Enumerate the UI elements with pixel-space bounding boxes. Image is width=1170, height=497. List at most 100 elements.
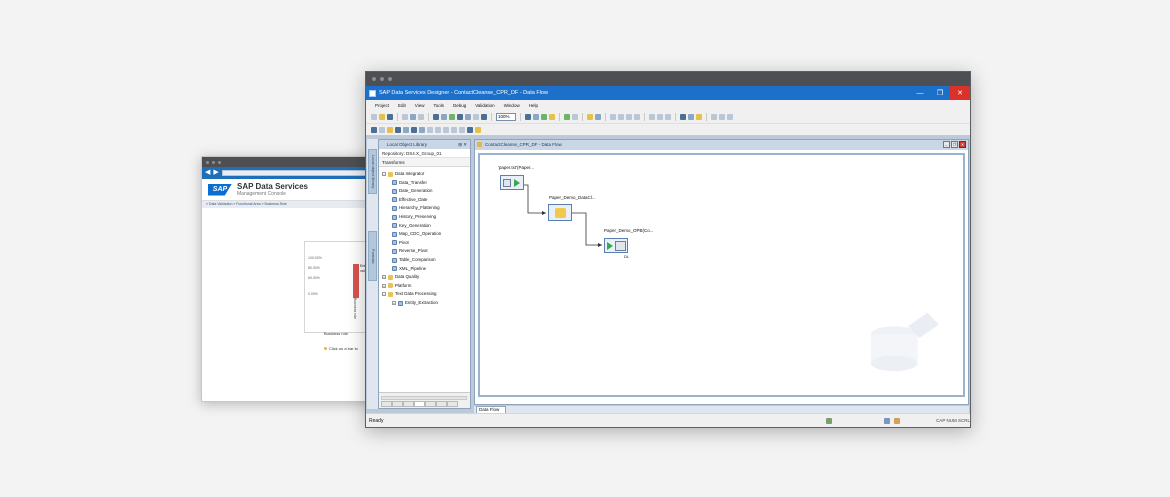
minimize-button[interactable]: — (910, 86, 930, 100)
tree-expander-icon[interactable]: − (382, 292, 386, 297)
paste-icon[interactable] (418, 113, 424, 120)
align-icon[interactable] (649, 113, 655, 120)
library-tab[interactable] (381, 401, 392, 407)
tree-item[interactable]: Data_Transfer (392, 179, 427, 187)
library-tab[interactable] (403, 401, 414, 407)
editor-restore-button[interactable]: ❐ (951, 141, 958, 148)
annotation-icon[interactable] (475, 126, 481, 133)
editor-minimize-button[interactable]: – (943, 141, 950, 148)
dataflow-icon[interactable] (387, 126, 393, 133)
template-table-icon[interactable] (403, 126, 409, 133)
validate-icon[interactable] (449, 113, 455, 120)
forward-arrow-icon[interactable]: ▶ (213, 169, 218, 177)
tree-item[interactable]: History_Preserving (392, 213, 436, 221)
delete-icon[interactable] (433, 113, 439, 120)
tree-item[interactable]: Table_Comparison (392, 256, 436, 264)
save-icon[interactable] (387, 113, 393, 120)
case-icon[interactable] (435, 126, 441, 133)
open-icon[interactable] (379, 113, 385, 120)
cut-icon[interactable] (402, 113, 408, 120)
data-cleanse-transform[interactable] (548, 204, 572, 221)
tree-item[interactable]: + Platform (382, 282, 411, 290)
tree-expander-icon[interactable]: + (392, 301, 396, 305)
undo-icon[interactable] (441, 113, 447, 120)
maximize-button[interactable]: ❐ (930, 86, 950, 100)
source-file-object[interactable] (500, 175, 524, 190)
menu-window[interactable]: Window (504, 103, 520, 108)
step-icon[interactable] (610, 113, 616, 120)
tree-item[interactable]: − Text Data Processing (382, 290, 437, 298)
execute-icon[interactable] (525, 113, 531, 120)
back-arrow-icon[interactable]: ◀ (205, 169, 210, 177)
copy-icon[interactable] (410, 113, 416, 120)
new-icon[interactable] (371, 113, 377, 120)
breakpoint-icon[interactable] (587, 113, 593, 120)
vtab-formats[interactable]: Formats (368, 231, 377, 281)
output-icon[interactable] (481, 113, 487, 120)
info-icon[interactable] (595, 113, 601, 120)
dataflow-canvas[interactable]: 'paper.txt'(Paper... Paper_Demo_DataCl..… (478, 153, 965, 397)
vtab-local-object-library[interactable]: Local object library (368, 149, 377, 194)
central-repo-icon[interactable] (688, 113, 694, 120)
xml-icon[interactable] (411, 126, 417, 133)
forward-icon[interactable] (572, 113, 578, 120)
zoom-icon[interactable] (379, 126, 385, 133)
merge-icon[interactable] (443, 126, 449, 133)
debug-icon[interactable] (533, 113, 539, 120)
objects-icon[interactable] (457, 113, 463, 120)
library-tab[interactable] (425, 401, 436, 407)
window-close-icon[interactable] (727, 113, 733, 120)
chart-bar[interactable] (353, 264, 359, 298)
library-tab[interactable] (447, 401, 458, 407)
library-tab[interactable] (414, 401, 425, 407)
script-icon[interactable] (467, 126, 473, 133)
tree-expander-icon[interactable]: + (382, 283, 386, 288)
tree-item[interactable]: Hierarchy_Flattening (392, 204, 440, 212)
tree-item[interactable]: + Entity_Extraction (392, 299, 438, 307)
tree-expander-icon[interactable]: + (382, 275, 386, 280)
group-icon[interactable] (665, 113, 671, 120)
tree-item[interactable]: Map_CDC_Operation (392, 230, 441, 238)
while-loop-icon[interactable] (459, 126, 465, 133)
variables-icon[interactable] (465, 113, 471, 120)
validation-icon[interactable] (451, 126, 457, 133)
nested-schema-icon[interactable] (427, 126, 433, 133)
step-over-icon[interactable] (618, 113, 624, 120)
step-out-icon[interactable] (634, 113, 640, 120)
distribute-icon[interactable] (657, 113, 663, 120)
lock-icon[interactable] (549, 113, 555, 120)
query-icon[interactable] (395, 126, 401, 133)
tree-item[interactable]: − Data Integrator (382, 170, 424, 178)
repository-icon[interactable] (680, 113, 686, 120)
window-tile-icon[interactable] (711, 113, 717, 120)
tree-item[interactable]: XML_Pipeline (392, 265, 426, 273)
browser-address-bar[interactable]: ◀ ▶ (202, 167, 378, 179)
menu-validation[interactable]: Validation (475, 103, 494, 108)
tree-item[interactable]: Reverse_Pivot (392, 247, 428, 255)
editor-close-button[interactable]: ✕ (959, 141, 966, 148)
project-area-icon[interactable] (473, 113, 479, 120)
breadcrumb[interactable]: » Data Validation » Functional Area » Bu… (202, 201, 378, 208)
pointer-icon[interactable] (371, 126, 377, 133)
menu-tools[interactable]: Tools (433, 103, 444, 108)
panel-pin-close-icon[interactable]: ⊞ ✕ (458, 140, 467, 149)
menu-view[interactable]: View (415, 103, 425, 108)
run-icon[interactable] (541, 113, 547, 120)
tree-expander-icon[interactable]: − (382, 172, 386, 176)
transforms-tab[interactable]: Transforms (379, 158, 470, 167)
tree-item[interactable]: Key_Generation (392, 222, 431, 230)
menu-debug[interactable]: Debug (453, 103, 466, 108)
window-cascade-icon[interactable] (719, 113, 725, 120)
menu-edit[interactable]: Edit (398, 103, 406, 108)
tree-item[interactable]: Date_Generation (392, 187, 432, 195)
tree-item[interactable]: Pivot (392, 239, 409, 247)
settings-icon[interactable] (696, 113, 702, 120)
step-into-icon[interactable] (626, 113, 632, 120)
data-transfer-icon[interactable] (419, 126, 425, 133)
menu-help[interactable]: Help (529, 103, 538, 108)
tree-item[interactable]: Effective_Date (392, 196, 427, 204)
target-table-object[interactable] (604, 238, 628, 253)
url-input[interactable] (221, 170, 372, 176)
library-tab[interactable] (436, 401, 447, 407)
back-icon[interactable] (564, 113, 570, 120)
